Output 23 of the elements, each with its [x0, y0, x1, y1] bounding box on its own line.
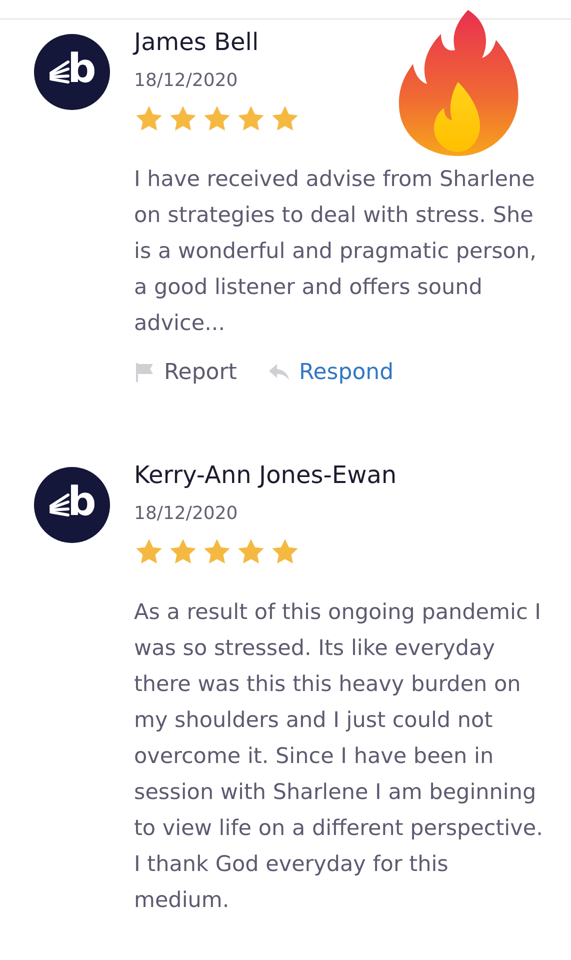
star-icon [168, 104, 198, 132]
reviewer-name: James Bell [134, 28, 260, 57]
respond-button[interactable]: Respond [266, 356, 394, 389]
star-icon [134, 536, 164, 565]
star-icon [270, 536, 300, 565]
reply-icon [266, 363, 291, 382]
star-icon [134, 104, 164, 132]
star-icon [202, 104, 232, 132]
reviewer-name: Kerry-Ann Jones-Ewan [134, 460, 398, 490]
avatar-logo: b [34, 34, 110, 110]
star-icon [168, 536, 198, 565]
star-icon [270, 104, 300, 132]
review-date: 18/12/2020 [134, 502, 239, 526]
flag-icon [134, 361, 156, 384]
review-text: As a result of this ongoing pandemic I was so stressed. Its like everyday there was this this heavy burden on my shoulders and I just could not overcome it. Since I have been in session with Sharlene I am beginning to view life on a different perspective. I thank God everyday for this medium. [134, 598, 544, 915]
report-button[interactable]: Report [134, 356, 237, 389]
star-icon [236, 104, 266, 132]
fire-icon [396, 8, 521, 158]
review-date: 18/12/2020 [134, 68, 239, 93]
review-text: I have received advise from Sharlene on strategies to deal with stress. She is a wonderful and pragmatic person, a good listener and offers sound advice... [134, 166, 538, 338]
star-icon [202, 536, 232, 565]
avatar-logo: b [34, 466, 110, 543]
star-icon [236, 536, 266, 565]
